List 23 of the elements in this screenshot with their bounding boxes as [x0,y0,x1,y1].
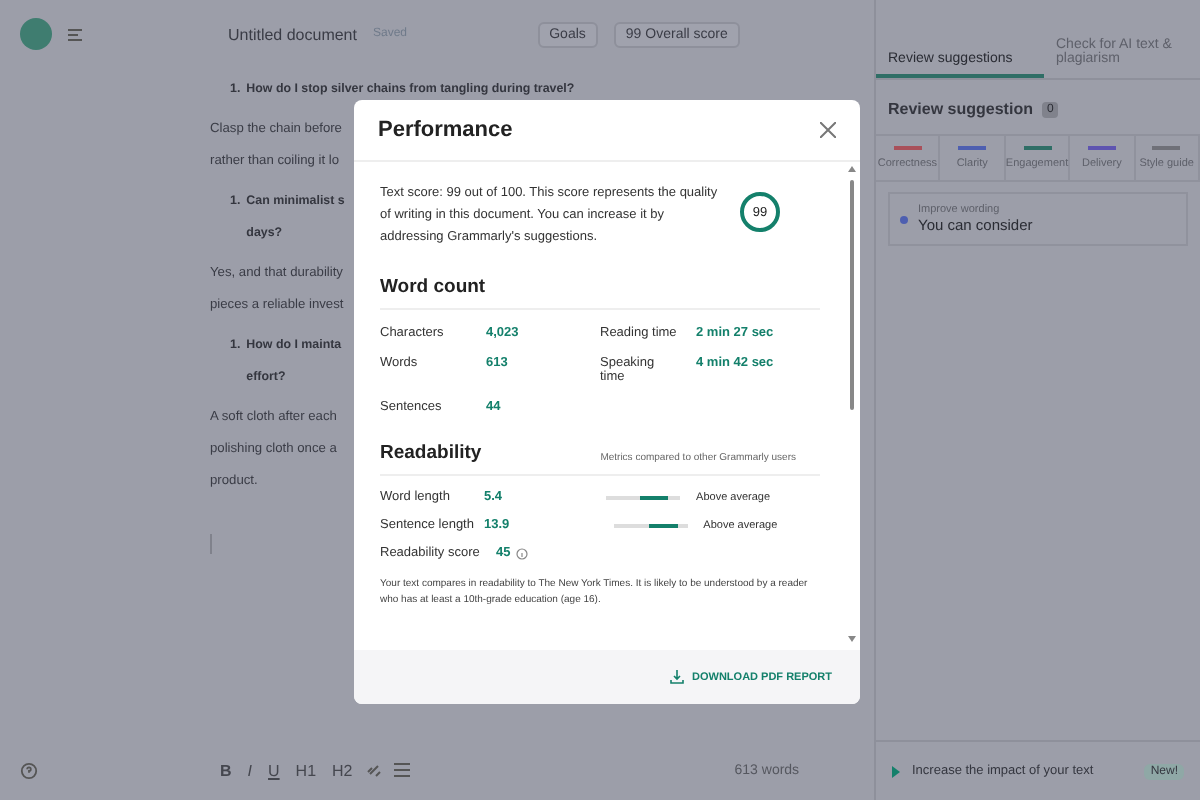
scroll-up-icon [848,166,856,172]
download-icon [670,670,685,684]
info-icon[interactable] [516,547,529,559]
suggestion-dot-icon [900,215,908,223]
help-icon[interactable] [20,761,38,779]
format-button[interactable]: I [245,761,255,779]
section-title: Review suggestion [888,100,1033,118]
scroll-down-icon [848,636,856,642]
section-heading: Readability [380,442,482,464]
scrollbar-thumb[interactable] [850,180,854,410]
format-button[interactable]: B [218,761,234,779]
close-button[interactable] [820,122,836,138]
link-icon[interactable] [366,762,383,778]
dialog-title: Performance [378,118,513,142]
list-icon[interactable] [394,762,411,778]
format-button[interactable]: H1 [293,761,319,779]
section-heading: Word count [380,276,820,310]
menu-icon[interactable] [68,27,84,41]
logo-icon [20,18,52,50]
format-button[interactable]: H2 [330,761,355,779]
document-title[interactable]: Untitled document [228,25,357,43]
chevron-icon [892,765,900,777]
format-button[interactable]: U [266,761,282,779]
